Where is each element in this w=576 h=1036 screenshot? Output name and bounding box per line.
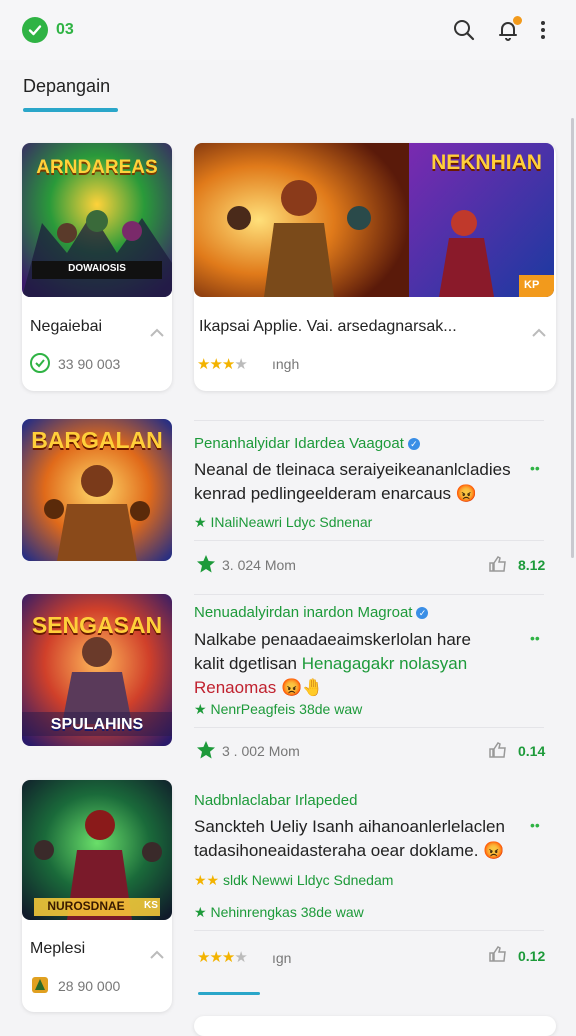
search-icon[interactable] [452, 18, 476, 42]
check-circle-icon [30, 353, 50, 373]
tab-underline [23, 108, 118, 112]
rating-stars: ★★★★ [197, 356, 248, 373]
game-thumbnail[interactable]: ARNDAREAS DOWAIOSIS [22, 143, 172, 297]
game-thumbnail-wide[interactable]: NEKNHIAN KP [194, 143, 554, 297]
badge-count: 03 [56, 21, 74, 38]
item-title[interactable]: Penanhalyidar Idardea Vaagoat ✓ [194, 435, 420, 452]
item-count: ıgn [272, 950, 292, 966]
thumbnail-title: NEKNHIAN [431, 151, 542, 174]
item-score: 0.14 [518, 743, 546, 759]
thumbnail-title: SENGASAN [31, 612, 163, 638]
check-icon [28, 25, 42, 36]
notification-dot [513, 16, 522, 25]
thumbnail-title: BARGALAN [31, 427, 163, 453]
more-dots-icon[interactable]: •• [530, 817, 540, 833]
item-title[interactable]: Nadbnlaclabar Irlapeded [194, 792, 357, 809]
thumb-up-icon[interactable] [489, 946, 507, 962]
divider [194, 594, 544, 595]
item-score: 8.12 [518, 557, 546, 573]
thumb-up-icon[interactable] [489, 742, 507, 758]
game-thumbnail[interactable]: SENGASAN SPULAHINS [22, 594, 172, 746]
thumbnail-badge: KP [524, 279, 540, 291]
tab-depangain[interactable]: Depangain [23, 76, 110, 97]
item-link[interactable]: ★★ sldk Newwi Lldyc Sdnedam [194, 872, 393, 889]
item-link[interactable]: ★ INaliNeawri Ldyc Sdnenar [194, 514, 372, 531]
thumbnail-subtitle: DOWAIOSIS [68, 263, 126, 274]
star-icon [197, 555, 215, 573]
star-icon [197, 741, 215, 759]
card-title: Ikapsai Applie. Vai. arsedagnarsak... [199, 318, 457, 335]
thumbnail-badge: KS [144, 900, 158, 911]
next-card-peek [194, 1016, 556, 1036]
game-mini-icon [32, 977, 48, 993]
more-dots-icon[interactable]: •• [530, 630, 540, 646]
chevron-up-icon[interactable] [532, 328, 546, 338]
item-count: 3. 024 Mom [222, 557, 296, 573]
more-vert-icon[interactable] [531, 18, 555, 42]
scrollbar[interactable] [571, 118, 574, 558]
item-count: 3 . 002 Mom [222, 743, 300, 759]
status-badge[interactable] [22, 17, 48, 43]
chevron-up-icon[interactable] [150, 328, 164, 338]
verified-icon: ✓ [416, 607, 429, 619]
game-thumbnail[interactable]: NUROSDNAE KS [22, 780, 172, 920]
thumb-up-icon[interactable] [489, 556, 507, 572]
rating-stars: ★★★★ [197, 949, 248, 966]
item-description: Sanckteh Ueliy Isanh aihanoanlerlelaclen… [194, 817, 505, 860]
divider [194, 540, 544, 541]
bottom-indicator [198, 992, 260, 995]
more-dots-icon[interactable]: •• [530, 460, 540, 476]
divider [194, 727, 544, 728]
item-link[interactable]: ★ NenrPeagfeis 38de waw [194, 701, 362, 718]
top-bar [0, 0, 576, 60]
thumbnail-title: NUROSDNAE [47, 899, 125, 913]
verified-icon: ✓ [407, 438, 420, 450]
item-description: Neanal de tleinaca seraiyeikeananlcladie… [194, 460, 511, 503]
card-meta: ıngh [272, 356, 300, 372]
item-title[interactable]: Nenuadalyirdan inardon Magroat ✓ [194, 604, 429, 621]
card-meta: 28 90 000 [58, 978, 121, 994]
divider [194, 420, 544, 421]
thumbnail-subtitle: SPULAHINS [50, 716, 144, 733]
chevron-up-icon[interactable] [150, 950, 164, 960]
item-description: Nalkabe penaadaeaimskerlolan hare kalit … [194, 630, 471, 697]
game-thumbnail[interactable]: BARGALAN [22, 419, 172, 561]
item-score: 0.12 [518, 948, 546, 964]
divider [194, 930, 544, 931]
thumbnail-title: ARNDAREAS [36, 157, 158, 178]
item-link-secondary[interactable]: ★ Nehinrengkas 38de waw [194, 904, 364, 921]
card-title: Negaiebai [30, 318, 103, 335]
card-title: Meplesi [30, 940, 86, 957]
card-meta: 33 90 003 [58, 356, 121, 372]
